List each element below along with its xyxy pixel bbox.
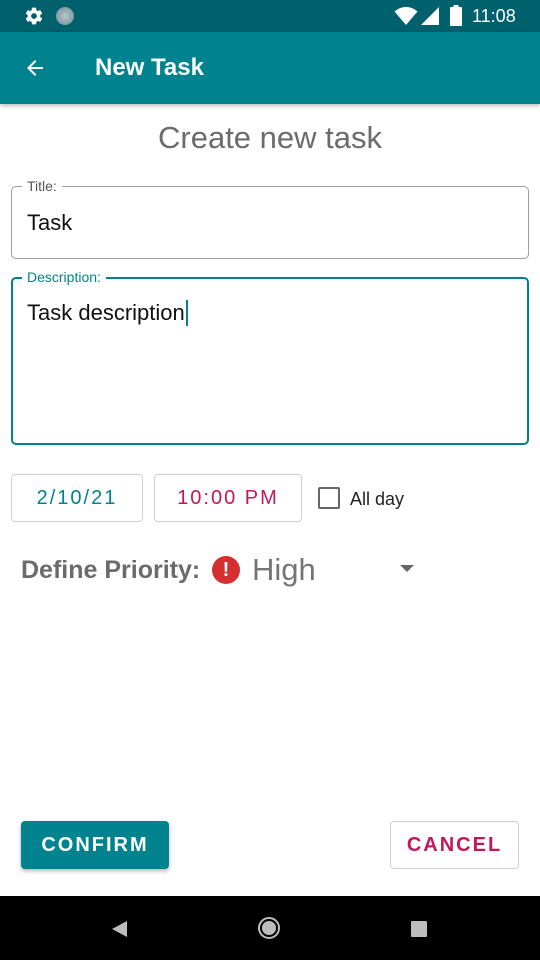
title-field-label: Title: bbox=[22, 177, 62, 195]
gear-icon bbox=[25, 7, 43, 25]
all-day-checkbox[interactable] bbox=[318, 487, 340, 509]
time-picker-button[interactable]: 10:00 PM bbox=[154, 474, 302, 522]
alert-circle-icon: ! bbox=[212, 556, 240, 584]
status-bar: 11:08 bbox=[0, 0, 540, 32]
description-field[interactable]: Description: Task description bbox=[11, 268, 529, 445]
arrow-back-icon[interactable] bbox=[22, 56, 48, 80]
nav-home-icon[interactable] bbox=[257, 916, 281, 940]
signal-icon bbox=[421, 7, 439, 25]
title-field-value: Task bbox=[27, 210, 73, 235]
battery-icon bbox=[450, 5, 462, 26]
chevron-down-icon[interactable] bbox=[400, 565, 414, 572]
description-field-value-wrap: Task description bbox=[27, 300, 188, 326]
status-clock: 11:08 bbox=[472, 6, 516, 26]
nav-back-icon[interactable] bbox=[112, 921, 127, 937]
priority-label: Define Priority: bbox=[21, 556, 201, 584]
wifi-icon bbox=[394, 7, 418, 25]
all-day-label[interactable]: All day bbox=[350, 488, 404, 510]
nav-recents-icon[interactable] bbox=[411, 921, 427, 937]
description-field-label: Description: bbox=[22, 268, 106, 286]
sync-dot-icon bbox=[56, 7, 74, 25]
title-field[interactable]: Title: Task bbox=[11, 177, 529, 259]
page-title: Create new task bbox=[158, 120, 382, 155]
date-picker-button[interactable]: 2/10/21 bbox=[11, 474, 143, 522]
app-bar: New Task bbox=[0, 32, 540, 104]
description-field-value: Task description bbox=[27, 300, 185, 325]
text-cursor bbox=[185, 300, 188, 326]
priority-selected-value[interactable]: High bbox=[252, 552, 316, 588]
cancel-button[interactable]: CANCEL bbox=[390, 821, 519, 869]
confirm-button[interactable]: CONFIRM bbox=[21, 821, 169, 869]
app-bar-title: New Task bbox=[95, 54, 204, 81]
